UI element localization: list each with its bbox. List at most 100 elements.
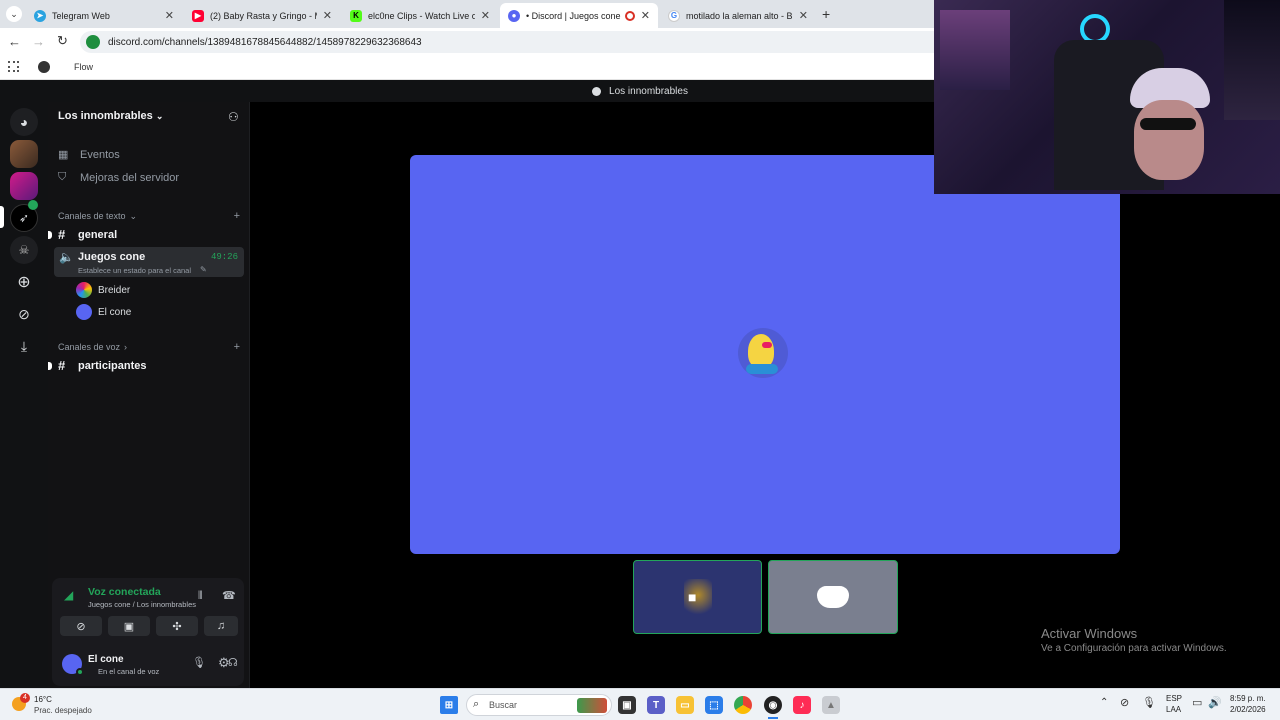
taskbar-search[interactable]: ⌕ Buscar: [466, 694, 612, 716]
language-code[interactable]: ESP: [1166, 694, 1182, 703]
tab-title: (2) Baby Rasta y Gringo - Me N: [210, 10, 317, 21]
duck-avatar-icon: [748, 334, 774, 368]
activate-windows-subtitle: Ve a Configuración para activar Windows.: [1041, 643, 1227, 654]
voice-member-breider[interactable]: Breider: [76, 282, 236, 298]
user-status: En el canal de voz: [98, 667, 160, 676]
obs-icon[interactable]: ◉: [764, 696, 782, 714]
clock-time[interactable]: 8:59 p. m.: [1230, 694, 1266, 703]
browser-tab-telegram[interactable]: ➤ Telegram Web ✕: [26, 3, 182, 28]
close-tab-icon[interactable]: ✕: [641, 9, 650, 22]
browser-tab-kick[interactable]: K elc0ne Clips - Watch Live on Ki ✕: [342, 3, 498, 28]
close-tab-icon[interactable]: ✕: [165, 9, 174, 22]
forward-arrow-icon[interactable]: →: [32, 34, 45, 49]
server-icon-4[interactable]: ☠: [10, 236, 38, 264]
chevron-down-icon: ⌄: [129, 210, 138, 221]
tab-title: elc0ne Clips - Watch Live on Ki: [368, 10, 475, 21]
chrome-icon[interactable]: [734, 696, 752, 714]
add-channel-icon[interactable]: +: [234, 210, 240, 222]
voice-status: Voz conectada: [88, 586, 161, 598]
tab-search-chevron-icon[interactable]: ⌄: [6, 6, 22, 22]
app-icon-grey[interactable]: ▲: [822, 696, 840, 714]
channel-participantes[interactable]: # participantes: [48, 358, 244, 373]
region-code[interactable]: LAA: [1166, 705, 1181, 714]
display-icon[interactable]: ▭: [1192, 696, 1202, 709]
settings-gear-icon[interactable]: ⚙: [218, 655, 230, 671]
close-tab-icon[interactable]: ✕: [481, 9, 490, 22]
menu-item-eventos[interactable]: ▦ Eventos: [54, 148, 244, 162]
sunglasses: [1140, 118, 1196, 130]
activate-windows-title: Activar Windows: [1041, 626, 1138, 641]
hash-icon: #: [58, 227, 66, 242]
network-off-icon[interactable]: ⊘: [1120, 696, 1129, 709]
clock-date[interactable]: 2/02/2026: [1230, 705, 1266, 714]
server-header[interactable]: Los innombrables ⌄: [58, 110, 238, 122]
soundboard-icon[interactable]: ⫴: [198, 590, 203, 603]
close-tab-icon[interactable]: ✕: [799, 9, 808, 22]
tiktok-icon[interactable]: ♪: [793, 696, 811, 714]
server-icon-1[interactable]: [10, 140, 38, 168]
search-placeholder: Buscar: [489, 700, 518, 710]
store-icon[interactable]: ⬚: [705, 696, 723, 714]
explore-icon[interactable]: ⊘: [10, 300, 38, 328]
microphone-icon[interactable]: 🎙: [192, 656, 206, 669]
browser-tab-discord[interactable]: ● • Discord | Juegos cone | Lo ✕: [500, 3, 658, 28]
disconnect-icon[interactable]: ☎: [222, 589, 236, 602]
bookmark-flow[interactable]: Flow: [74, 62, 93, 72]
close-tab-icon[interactable]: ✕: [323, 9, 332, 22]
signal-icon: ◢: [64, 588, 74, 602]
mic-tray-icon[interactable]: 🎙: [1142, 696, 1156, 709]
invite-people-icon[interactable]: ⚇: [228, 110, 239, 124]
file-explorer-icon[interactable]: ▭: [676, 696, 694, 714]
discord-home-icon[interactable]: ◕: [10, 108, 38, 136]
recording-icon: [624, 10, 635, 21]
voice-channel-juegos-cone[interactable]: 🔈 Juegos cone 49:26 Establece un estado …: [54, 247, 244, 277]
windows-start-icon[interactable]: ⊞: [440, 696, 458, 714]
download-icon[interactable]: ⤓: [10, 332, 38, 360]
activities-button[interactable]: ✣: [156, 616, 198, 636]
address-bar[interactable]: discord.com/channels/1389481678845644882…: [80, 31, 960, 53]
kick-icon: K: [350, 9, 362, 22]
selected-server-pill: [0, 206, 4, 228]
telegram-icon: ➤: [34, 9, 46, 22]
soundboard-button[interactable]: ♫: [204, 616, 238, 636]
channel-status-hint[interactable]: Establece un estado para el canal: [78, 266, 191, 275]
site-info-icon[interactable]: [86, 35, 100, 49]
add-channel-icon[interactable]: +: [234, 341, 240, 353]
participant-tile-camera[interactable]: ■: [633, 560, 762, 634]
add-server-icon[interactable]: ⊕: [10, 268, 38, 296]
teams-icon[interactable]: T: [647, 696, 665, 714]
new-tab-button[interactable]: +: [822, 6, 830, 22]
voice-location[interactable]: Juegos cone / Los innombrables: [88, 600, 196, 609]
duck-beak-icon: [762, 342, 772, 348]
search-highlight-icon: [577, 698, 607, 713]
reload-icon[interactable]: ↻: [57, 33, 68, 49]
back-arrow-icon[interactable]: ←: [8, 34, 21, 49]
browser-tab-youtube[interactable]: ▶ (2) Baby Rasta y Gringo - Me N ✕: [184, 3, 340, 28]
tab-title: motilado la aleman alto - Busca: [686, 10, 793, 21]
weather-widget[interactable]: 4 16°C Prac. despejado: [12, 693, 102, 717]
flow-logo-icon[interactable]: [38, 61, 50, 73]
hash-icon: #: [58, 358, 66, 373]
channel-general[interactable]: # general: [48, 227, 244, 242]
tab-title: • Discord | Juegos cone | Lo: [526, 10, 621, 21]
pencil-icon[interactable]: ✎: [200, 265, 207, 274]
category-text-channels[interactable]: Canales de texto ⌄ +: [54, 210, 244, 222]
camera-off-button[interactable]: ⊘: [60, 616, 102, 636]
server-icon-2[interactable]: [10, 172, 38, 200]
member-name: Breider: [98, 284, 131, 296]
voice-member-el-cone[interactable]: El cone: [76, 304, 236, 320]
chevron-right-icon: ›: [124, 342, 128, 352]
show-hidden-icons[interactable]: ⌃: [1100, 697, 1108, 708]
apps-grid-icon[interactable]: [8, 61, 19, 72]
volume-icon[interactable]: 🔊: [1208, 696, 1222, 709]
duck-base-icon: [746, 364, 778, 374]
channel-name: general: [78, 228, 118, 241]
chevron-down-icon: ⌄: [155, 111, 164, 121]
main-video-tile[interactable]: [410, 155, 1120, 554]
task-view-icon[interactable]: ▣: [618, 696, 636, 714]
screen-share-button[interactable]: ▣: [108, 616, 150, 636]
menu-item-mejoras[interactable]: ⛉ Mejoras del servidor: [54, 171, 244, 184]
category-voice-channels[interactable]: Canales de voz › +: [54, 341, 244, 353]
browser-tab-google[interactable]: G motilado la aleman alto - Busca ✕: [660, 3, 816, 28]
participant-tile-discord[interactable]: [768, 560, 898, 634]
